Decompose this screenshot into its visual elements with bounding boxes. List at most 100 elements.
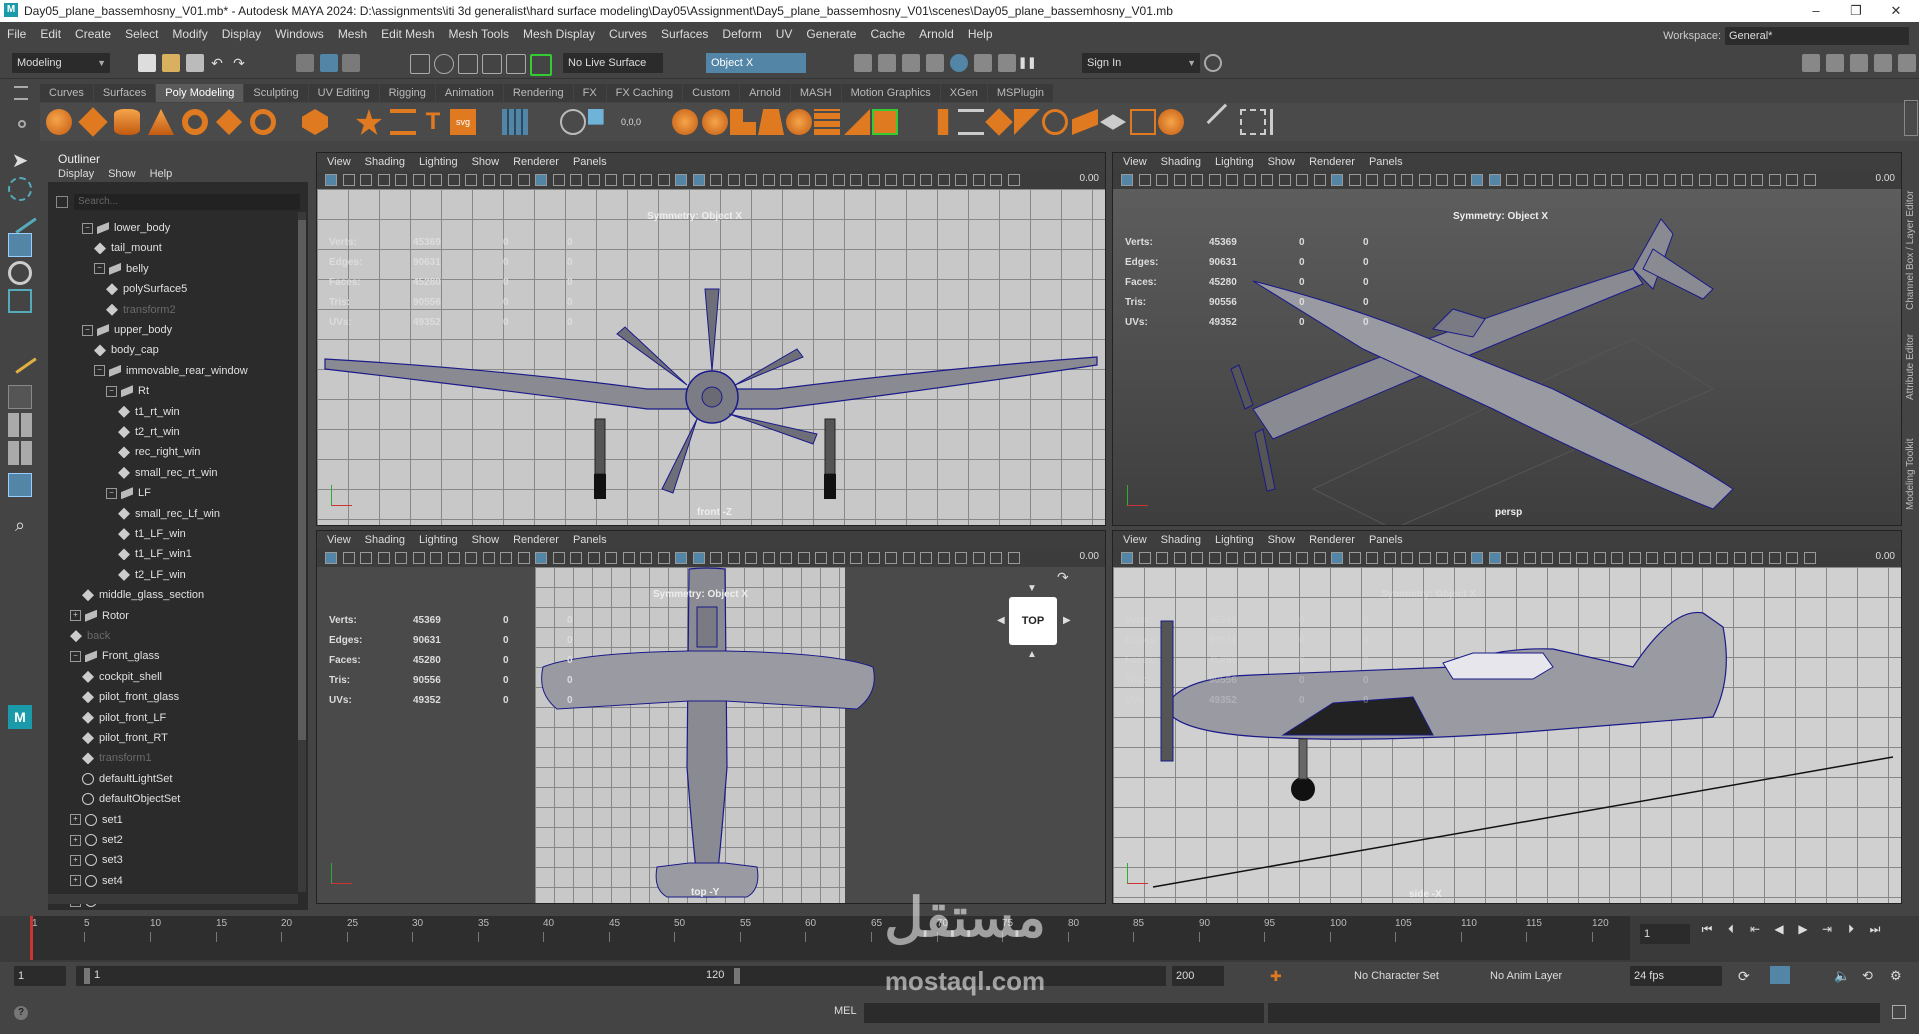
- outliner-item[interactable]: − belly: [94, 259, 149, 279]
- panel-toolbar-icon[interactable]: [1453, 174, 1466, 186]
- time-ruler[interactable]: 1 5 10 15 20 25 30 35 40 45 50 55 60 65 70 75 80 85 90 95 10…: [30, 916, 1630, 960]
- outliner-item[interactable]: rec_right_win: [118, 442, 200, 462]
- panel-toolbar-icon[interactable]: [1156, 174, 1168, 186]
- panel-toolbar-icon[interactable]: [902, 174, 915, 186]
- panel-toolbar-icon[interactable]: [1751, 174, 1763, 186]
- panel-menu-show[interactable]: Show: [472, 153, 500, 171]
- extract-icon[interactable]: 0,0,0: [618, 109, 644, 135]
- exposure-field[interactable]: 0.00: [1080, 173, 1099, 184]
- panel-toolbar-icon[interactable]: [412, 174, 425, 186]
- poly-cone-icon[interactable]: [148, 109, 174, 135]
- outliner-item[interactable]: − Rt: [106, 381, 149, 401]
- outliner-item[interactable]: − lower_body: [82, 218, 170, 238]
- panel-toolbar-icon[interactable]: [1383, 174, 1396, 186]
- panel-toolbar-icon[interactable]: [500, 552, 512, 564]
- panel-toolbar-icon[interactable]: [395, 174, 407, 186]
- minimize-icon[interactable]: –: [1796, 0, 1836, 22]
- mel-input[interactable]: [864, 1003, 1264, 1023]
- panel-toolbar-icon[interactable]: [325, 552, 337, 564]
- panel-toolbar-icon[interactable]: [1243, 552, 1256, 564]
- panel-menu-show[interactable]: Show: [472, 531, 500, 549]
- panel-toolbar-icon[interactable]: [1803, 552, 1816, 564]
- snap-point-icon[interactable]: [458, 54, 478, 74]
- target-weld-icon[interactable]: [1072, 109, 1098, 135]
- menu-help[interactable]: Help: [961, 22, 1000, 46]
- panel-toolbar-icon[interactable]: [622, 174, 635, 186]
- panel-toolbar-icon[interactable]: [1611, 174, 1623, 186]
- bevel-icon[interactable]: [786, 109, 812, 135]
- panel-toolbar-icon[interactable]: [1786, 552, 1798, 564]
- panel-toolbar-icon[interactable]: [412, 552, 425, 564]
- panel-toolbar-icon[interactable]: [430, 174, 442, 186]
- panel-toolbar-icon[interactable]: [902, 552, 915, 564]
- panel-toolbar-icon[interactable]: [657, 174, 670, 186]
- outliner-item[interactable]: − Front_glass: [70, 646, 159, 666]
- menu-mesh[interactable]: Mesh: [331, 22, 374, 46]
- panel-toolbar-icon[interactable]: [587, 552, 600, 564]
- shelf-tab-rendering[interactable]: Rendering: [503, 84, 573, 102]
- panel-toolbar-icon[interactable]: [1191, 552, 1203, 564]
- quad-draw-icon[interactable]: [1130, 109, 1156, 135]
- expand-toggle-icon[interactable]: +: [70, 854, 81, 866]
- current-frame-field[interactable]: 1: [1640, 924, 1690, 944]
- panel-toolbar-icon[interactable]: [570, 552, 582, 564]
- panel-toolbar-icon[interactable]: [447, 552, 460, 564]
- expand-toggle-icon[interactable]: +: [70, 610, 81, 622]
- maya-home-icon[interactable]: M: [8, 705, 32, 729]
- panel-toolbar-icon[interactable]: [1401, 552, 1413, 564]
- panel-toolbar-icon[interactable]: [1523, 174, 1536, 186]
- panel-toolbar-icon[interactable]: [1471, 174, 1483, 186]
- circularize-icon[interactable]: [1042, 109, 1068, 135]
- panel-toolbar-icon[interactable]: [867, 552, 880, 564]
- open-scene-icon[interactable]: [162, 54, 180, 72]
- character-set-dropdown[interactable]: No Character Set: [1350, 966, 1460, 986]
- panel-menu-view[interactable]: View: [327, 531, 351, 549]
- panel-menu-show[interactable]: Show: [1268, 531, 1296, 549]
- poly-sphere-icon[interactable]: [46, 109, 72, 135]
- panel-toolbar-icon[interactable]: [955, 174, 967, 186]
- panel-toolbar-icon[interactable]: [850, 174, 862, 186]
- panel-toolbar-icon[interactable]: [1628, 174, 1641, 186]
- viewcube-up-arrow-icon[interactable]: ▼: [1027, 583, 1037, 594]
- combine-icon[interactable]: [502, 109, 528, 135]
- panel-menu-shading[interactable]: Shading: [365, 153, 405, 171]
- workspace-dropdown[interactable]: General*: [1725, 27, 1909, 46]
- panel-toolbar-icon[interactable]: [447, 174, 460, 186]
- panel-toolbar-icon[interactable]: [675, 174, 687, 186]
- panel-toolbar-icon[interactable]: [1296, 552, 1308, 564]
- panel-toolbar-icon[interactable]: [727, 552, 740, 564]
- panel-toolbar-icon[interactable]: [482, 552, 495, 564]
- panel-toolbar-icon[interactable]: [1313, 174, 1326, 186]
- menu-uv[interactable]: UV: [769, 22, 800, 46]
- scale-tool-icon[interactable]: [8, 289, 32, 313]
- outliner-menu-show[interactable]: Show: [108, 168, 136, 180]
- panel-toolbar-icon[interactable]: [1331, 174, 1343, 186]
- shelf-tab-mash[interactable]: MASH: [790, 84, 841, 102]
- panel-toolbar-icon[interactable]: [325, 174, 337, 186]
- rotate-tool-icon[interactable]: [8, 261, 32, 285]
- panel-toolbar-icon[interactable]: [1698, 174, 1711, 186]
- outliner-filter-icon[interactable]: [56, 196, 68, 208]
- panel-toolbar-icon[interactable]: [675, 552, 687, 564]
- outliner-item[interactable]: t1_rt_win: [118, 402, 180, 422]
- outliner-item[interactable]: − LF: [106, 483, 151, 503]
- viewcube-rotate-icon[interactable]: ↷: [1057, 569, 1069, 586]
- outliner-scrollbar-thumb[interactable]: [298, 220, 306, 740]
- outliner-menu-display[interactable]: Display: [58, 168, 94, 180]
- menu-surfaces[interactable]: Surfaces: [654, 22, 715, 46]
- panel-toolbar-icon[interactable]: [622, 552, 635, 564]
- outliner-item[interactable]: t1_LF_win1: [118, 544, 192, 564]
- super-shape-icon[interactable]: [356, 109, 382, 135]
- panel-toolbar-icon[interactable]: [1593, 552, 1606, 564]
- last-tool-icon[interactable]: [3, 340, 37, 374]
- modeling-toolkit-icon[interactable]: [1898, 54, 1916, 72]
- symmetry-dropdown[interactable]: Object X: [706, 53, 806, 73]
- insert-edge-loop-icon[interactable]: [937, 109, 949, 135]
- expand-toggle-icon[interactable]: +: [70, 875, 81, 887]
- panel-toolbar-icon[interactable]: [1348, 552, 1361, 564]
- panel-toolbar-icon[interactable]: [360, 174, 372, 186]
- panel-toolbar-icon[interactable]: [1383, 552, 1396, 564]
- expand-toggle-icon[interactable]: +: [70, 814, 81, 826]
- panel-toolbar-icon[interactable]: [1488, 552, 1501, 564]
- select-object-icon[interactable]: [320, 54, 338, 72]
